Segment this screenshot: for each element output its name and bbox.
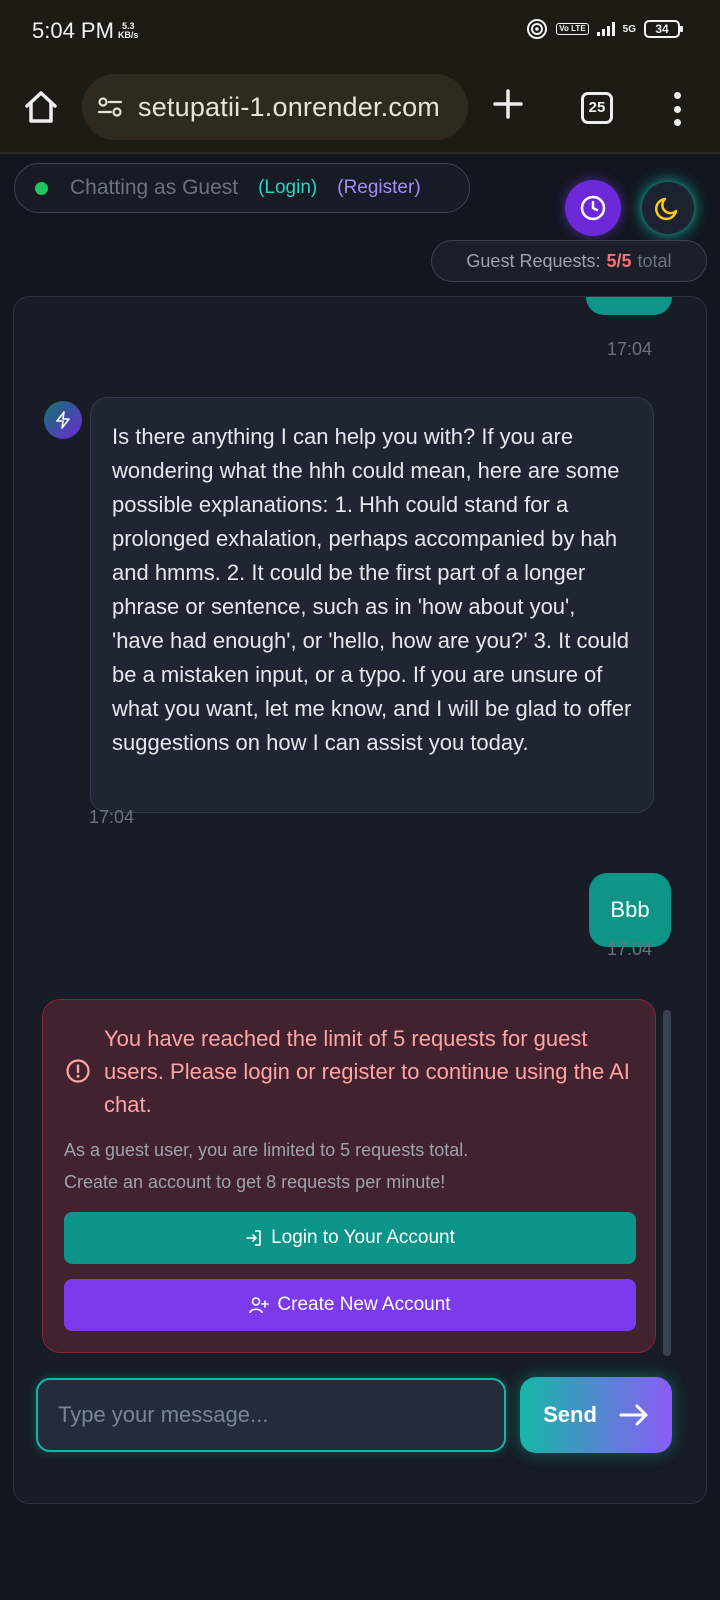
network-type: 5G	[622, 23, 636, 35]
chat-scrollbar[interactable]	[663, 1010, 671, 1356]
guest-requests-counter: Guest Requests: 5/5 total	[431, 240, 707, 282]
status-time: 5:04 PM	[32, 18, 114, 43]
volte-icon: Vo LTE	[556, 23, 589, 35]
login-account-button[interactable]: Login to Your Account	[64, 1212, 636, 1264]
address-bar[interactable]: setupatii-1.onrender.com	[82, 74, 468, 140]
status-icons: Vo LTE 5G 34	[526, 18, 683, 40]
create-account-button[interactable]: Create New Account	[64, 1279, 636, 1331]
limit-alert-line: As a guest user, you are limited to 5 re…	[64, 1140, 469, 1160]
message-timestamp: 17:04	[607, 339, 653, 359]
tab-switcher-button[interactable]: 25	[581, 92, 613, 124]
requests-count: 5/5	[606, 250, 632, 271]
new-tab-button[interactable]	[492, 85, 524, 127]
battery-icon: 34	[644, 20, 683, 38]
guest-limit-alert: You have reached the limit of 5 requests…	[42, 999, 656, 1353]
limit-alert-line: Create an account to get 8 requests per …	[64, 1172, 446, 1192]
message-input[interactable]	[36, 1378, 506, 1452]
url-text[interactable]: setupatii-1.onrender.com	[138, 92, 440, 123]
login-icon	[246, 1230, 261, 1246]
history-button[interactable]	[565, 180, 621, 236]
lightning-icon	[56, 411, 70, 429]
hotspot-icon	[527, 19, 548, 39]
theme-toggle-button[interactable]	[640, 180, 696, 236]
clock-icon	[580, 195, 606, 221]
chat-panel: 17:04 Is there anything I can help you w…	[13, 296, 707, 1504]
plus-icon	[493, 89, 523, 119]
online-indicator	[35, 181, 48, 195]
more-menu-icon[interactable]	[673, 92, 681, 126]
register-link[interactable]: (Register)	[337, 177, 420, 199]
message-timestamp: 17:04	[89, 807, 135, 827]
send-label: Send	[543, 1402, 597, 1427]
moon-icon	[655, 197, 678, 221]
requests-label: Guest Requests:	[466, 250, 601, 271]
limit-alert-title: You have reached the limit of 5 requests…	[104, 1026, 630, 1117]
site-settings-icon[interactable]	[96, 93, 124, 121]
user-plus-icon	[249, 1297, 270, 1314]
login-link[interactable]: (Login)	[258, 177, 317, 199]
guest-status-text: Chatting as Guest	[70, 176, 239, 199]
message-timestamp: 17:04	[607, 939, 653, 959]
browser-toolbar: setupatii-1.onrender.com 25	[0, 62, 720, 154]
signal-icon	[596, 22, 615, 36]
alert-circle-icon	[66, 1059, 90, 1083]
assistant-message-bubble: Is there anything I can help you with? I…	[90, 397, 654, 813]
send-button[interactable]: Send	[520, 1377, 672, 1453]
user-message-bubble: Bbb	[589, 873, 671, 947]
bot-avatar	[44, 401, 82, 439]
arrow-right-icon	[619, 1404, 648, 1426]
network-speed-unit: KB/s	[117, 30, 139, 40]
network-speed: 5.3 KB/s	[118, 22, 139, 40]
home-icon[interactable]	[22, 88, 60, 126]
limit-alert-description: As a guest user, you are limited to 5 re…	[64, 1134, 624, 1198]
status-bar: 5:04 PM 5.3 KB/s Vo LTE 5G 34	[0, 0, 720, 62]
user-message-bubble	[586, 297, 672, 315]
login-account-label: Login to Your Account	[271, 1227, 455, 1248]
requests-suffix: total	[637, 250, 672, 271]
create-account-label: Create New Account	[277, 1294, 451, 1315]
guest-status-pill: Chatting as Guest (Login) (Register)	[14, 163, 470, 213]
